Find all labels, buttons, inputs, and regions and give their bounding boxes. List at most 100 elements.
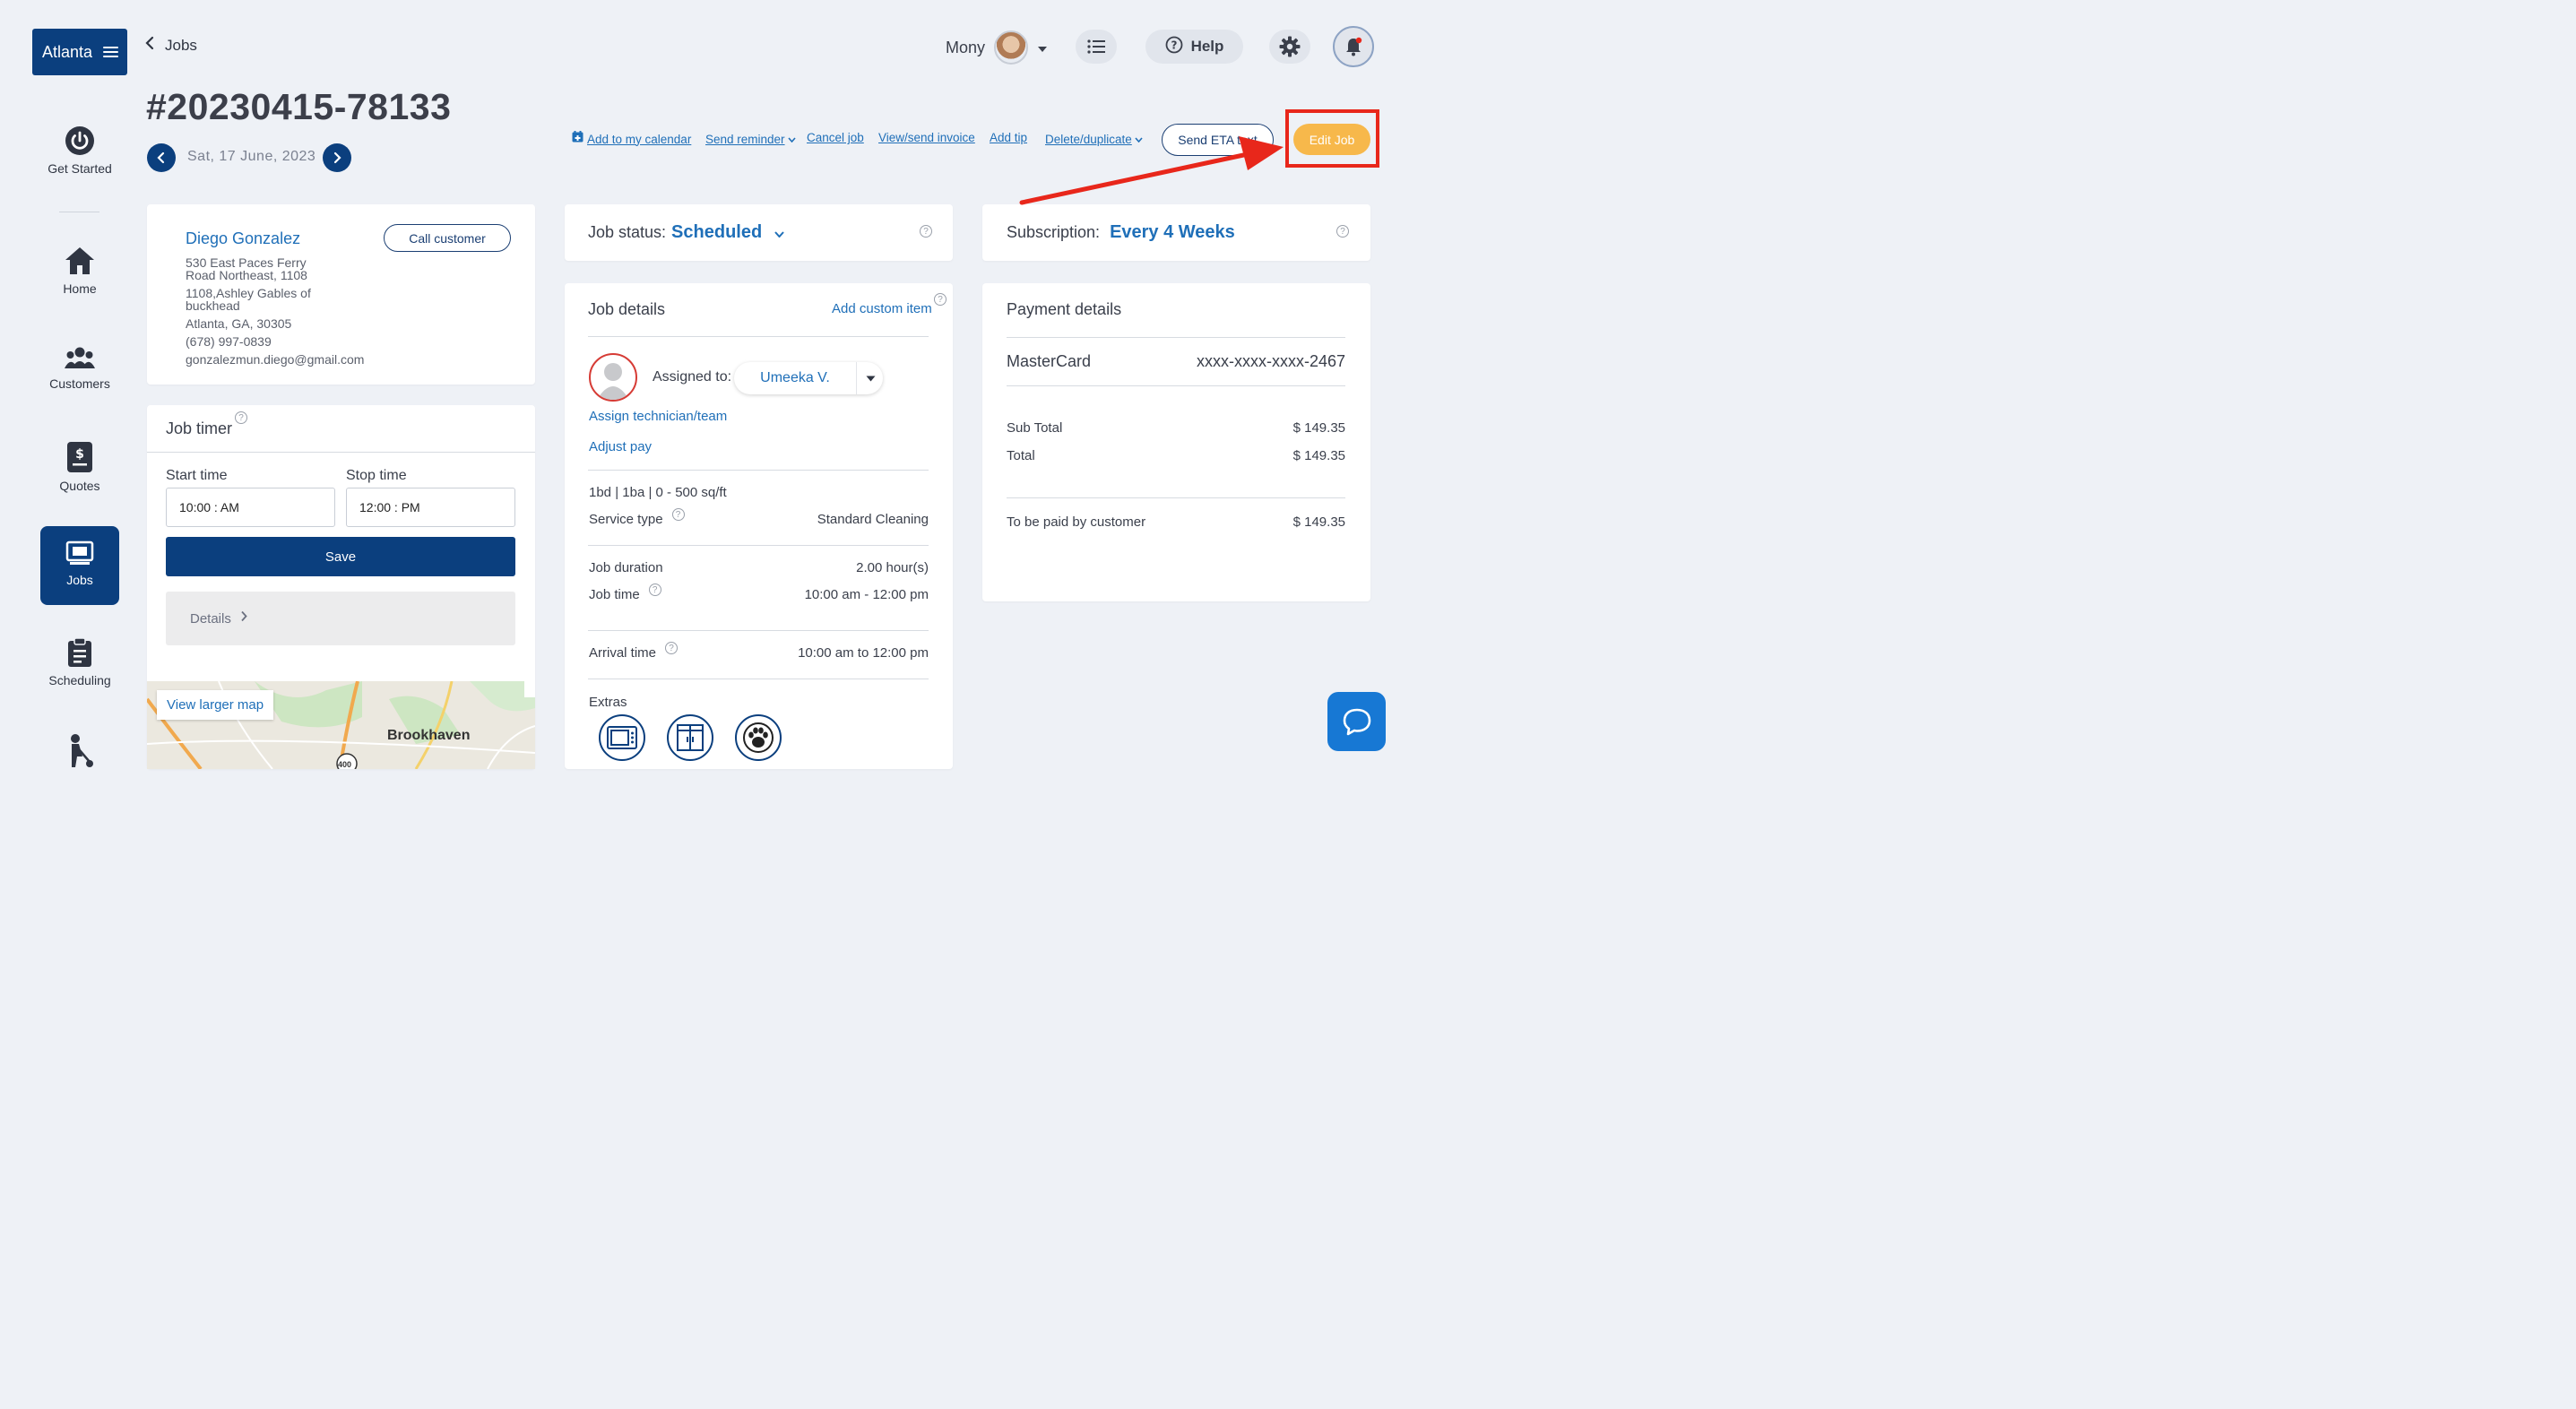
start-time-label: Start time [166,468,228,483]
extra-microwave[interactable] [599,714,645,761]
sidebar-item-get-started[interactable]: Get Started [36,125,124,176]
help-icon[interactable]: ? [648,583,661,596]
sidebar-label: Home [63,281,97,296]
cancel-job-link[interactable]: Cancel job [807,131,864,144]
payment-title: Payment details [1007,300,1122,318]
list-icon [1087,39,1105,54]
clipboard-icon [36,637,124,668]
service-type-row: Service type? Standard Cleaning [589,508,929,527]
next-date-button[interactable] [323,143,351,172]
divider [588,545,929,546]
divider [1007,385,1345,386]
total-row: Total $ 149.35 [1007,448,1345,463]
stop-time-label: Stop time [346,468,407,483]
help-circle-icon: ? [1165,36,1183,58]
view-larger-map-link[interactable]: View larger map [157,690,274,720]
customer-card: Diego Gonzalez Call customer 530 East Pa… [147,204,535,385]
details-toggle[interactable]: Details [166,592,515,645]
hamburger-icon [103,46,118,58]
sidebar-item-customers[interactable]: Customers [36,346,124,391]
sidebar-label: Quotes [59,479,100,493]
add-custom-item-link[interactable]: Add custom item [832,301,932,316]
card-type: MasterCard [1007,352,1092,370]
user-menu[interactable]: Mony [946,30,1048,65]
cabinet-icon [677,724,704,751]
chevron-right-icon [333,151,341,164]
add-calendar-link[interactable]: Add to my calendar [572,131,691,147]
help-icon[interactable]: ? [1336,225,1349,238]
sidebar-item-home[interactable]: Home [36,246,124,296]
annotation-arrow [1019,136,1284,205]
send-reminder-link[interactable]: Send reminder [705,131,796,147]
map-road-label: 400 [338,760,352,769]
map[interactable]: View larger map Brookhaven 400 [147,681,535,769]
caret-down-icon [1037,39,1048,57]
call-customer-button[interactable]: Call customer [384,224,511,252]
save-button[interactable]: Save [166,537,515,576]
subtotal-row: Sub Total $ 149.35 [1007,420,1345,436]
adjust-pay-link[interactable]: Adjust pay [589,439,652,454]
view-invoice-link[interactable]: View/send invoice [878,131,975,144]
list-view-button[interactable] [1076,30,1117,64]
location-menu-button[interactable]: Atlanta [32,29,127,75]
subscription-value[interactable]: Every 4 Weeks [1110,222,1235,243]
sidebar-label: Scheduling [48,673,111,687]
divider [588,630,929,631]
sidebar-label: Customers [49,376,110,391]
quote-icon: $ [36,441,124,473]
cleaner-icon[interactable] [63,733,95,774]
help-icon[interactable]: ? [934,293,947,306]
person-placeholder-icon [597,363,629,400]
sidebar-item-quotes[interactable]: $ Quotes [36,441,124,493]
bell-icon [1346,37,1362,56]
notifications-button[interactable] [1333,26,1374,67]
avatar [994,30,1029,65]
card-number: xxxx-xxxx-xxxx-2467 [1196,352,1345,370]
divider [588,336,929,337]
job-timer-card: Job timer ? Start time Stop time 10:00 :… [147,405,535,769]
chevron-down-icon [787,131,796,147]
job-details-title: Job details [588,300,666,318]
sidebar-item-jobs[interactable]: Jobs [40,526,119,605]
jobs-icon [40,540,119,567]
job-status-dropdown[interactable]: Job status: Scheduled [588,222,784,243]
back-link[interactable]: Jobs [145,36,197,55]
users-icon [36,346,124,371]
svg-text:?: ? [1171,39,1177,51]
stop-time-input[interactable]: 12:00 : PM [346,488,515,527]
chat-button[interactable] [1327,692,1386,751]
user-name: Mony [946,38,986,56]
help-icon[interactable]: ? [671,508,685,521]
paw-icon [743,722,774,753]
job-size: 1bd | 1ba | 0 - 500 sq/ft [589,485,727,500]
job-date: Sat, 17 June, 2023 [187,149,316,164]
power-icon [36,125,124,156]
sidebar-label: Jobs [66,573,93,587]
help-icon[interactable]: ? [235,411,247,424]
status-value: Scheduled [671,222,763,242]
customer-address: 530 East Paces Ferry Road Northeast, 110… [186,255,365,367]
assign-technician-link[interactable]: Assign technician/team [589,409,727,424]
assigned-label: Assigned to: [653,369,732,385]
svg-text:$: $ [75,447,84,462]
calendar-icon [572,131,583,147]
microwave-icon [607,726,637,749]
extra-pets[interactable] [735,714,782,761]
customer-phone: (678) 997-0839 [186,334,272,349]
card-row: MasterCard xxxx-xxxx-xxxx-2467 [1007,352,1345,371]
extra-cabinets[interactable] [667,714,713,761]
chevron-left-icon [145,36,154,55]
customer-name[interactable]: Diego Gonzalez [186,229,300,248]
settings-button[interactable] [1269,30,1310,64]
sidebar-label: Get Started [48,161,112,176]
customer-email: gonzalezmun.diego@gmail.com [186,352,365,367]
help-button[interactable]: ? Help [1145,30,1243,64]
divider [147,452,535,453]
prev-date-button[interactable] [147,143,176,172]
sidebar-item-scheduling[interactable]: Scheduling [36,637,124,687]
divider [1007,497,1345,498]
help-icon[interactable]: ? [665,642,679,654]
help-icon[interactable]: ? [920,225,932,238]
start-time-input[interactable]: 10:00 : AM [166,488,335,527]
assignee-select[interactable]: Umeeka V. [734,362,883,394]
